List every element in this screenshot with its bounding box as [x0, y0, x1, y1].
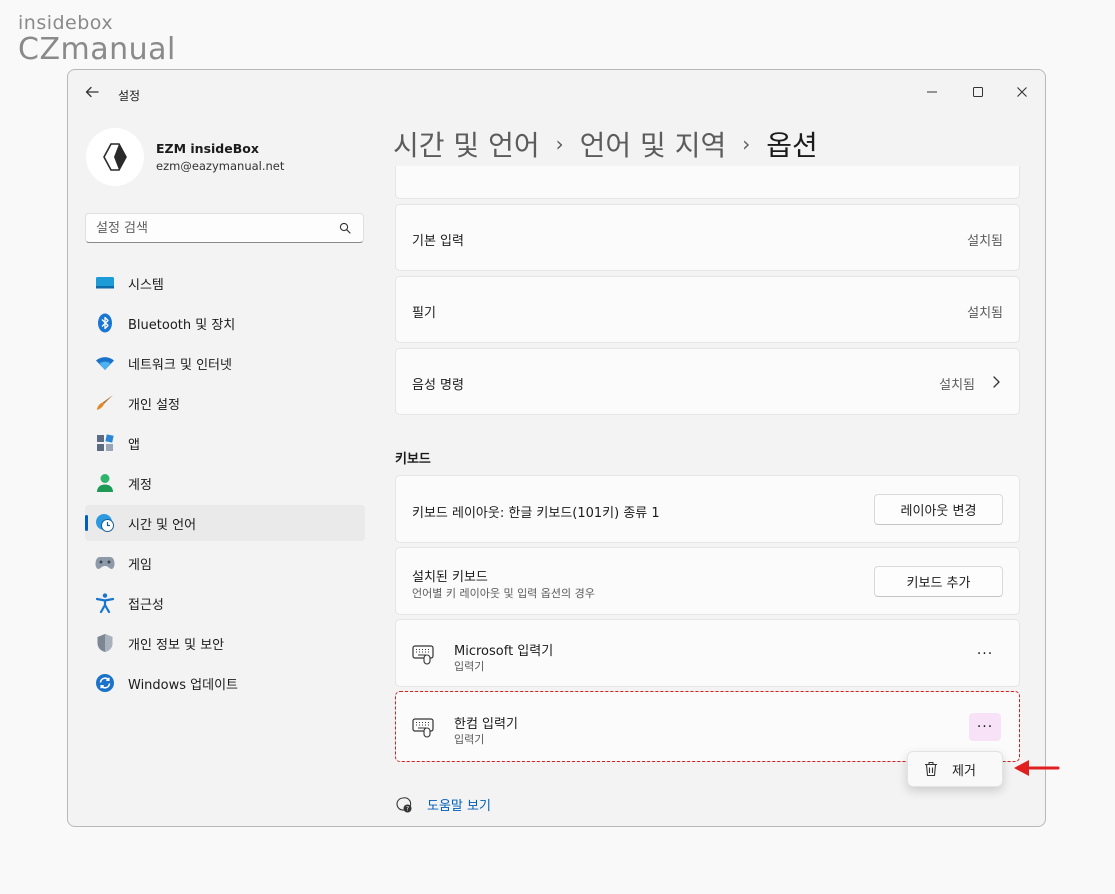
keyboard-icon	[412, 645, 434, 665]
bluetooth-icon	[95, 313, 115, 333]
voice-command-label: 음성 명령	[412, 378, 464, 393]
svg-text:?: ?	[406, 805, 409, 812]
close-icon	[1017, 87, 1027, 97]
system-icon	[95, 273, 115, 293]
keyboard-name: Microsoft 입력기	[454, 644, 554, 659]
app-title: 설정	[118, 89, 141, 103]
account-icon	[95, 473, 115, 493]
keyboard-layout-row: 키보드 레이아웃: 한글 키보드(101키) 종류 1 레이아웃 변경	[395, 475, 1020, 543]
clock-globe-icon	[95, 513, 115, 533]
sidebar-item-time-language[interactable]: 시간 및 언어	[85, 505, 365, 541]
handwriting-row[interactable]: 필기 설치됨	[395, 276, 1020, 343]
sidebar-item-apps[interactable]: 앱	[85, 425, 365, 461]
breadcrumb-separator: ›	[555, 132, 564, 156]
basic-input-status: 설치됨	[967, 234, 1003, 249]
handwriting-label: 필기	[412, 306, 436, 321]
brush-icon	[95, 393, 115, 413]
basic-input-row[interactable]: 기본 입력 설치됨	[395, 204, 1020, 271]
voice-command-row[interactable]: 음성 명령 설치됨	[395, 348, 1020, 415]
sidebar-nav: 시스템 Bluetooth 및 장치 네트워크 및 인터넷 개인 설정 앱 계정…	[85, 265, 365, 705]
keyboard-section-title: 키보드	[395, 452, 431, 467]
sidebar-item-label: Windows 업데이트	[128, 677, 239, 693]
search-input[interactable]	[96, 220, 337, 236]
sidebar-item-label: 시간 및 언어	[128, 517, 197, 533]
maximize-icon	[973, 87, 983, 97]
installed-keyboards-sub: 언어별 키 레이아웃 및 입력 옵션의 경우	[412, 587, 595, 600]
watermark-top-text: insidebox	[18, 12, 114, 34]
voice-command-status: 설치됨	[939, 378, 975, 393]
search-icon[interactable]	[337, 220, 353, 236]
apps-icon	[95, 433, 115, 453]
minimize-icon	[927, 91, 937, 93]
sidebar-item-label: 앱	[128, 437, 140, 453]
chevron-right-icon	[991, 374, 1001, 393]
sidebar-item-privacy[interactable]: 개인 정보 및 보안	[85, 625, 365, 661]
sidebar-item-system[interactable]: 시스템	[85, 265, 365, 301]
breadcrumb-time-language[interactable]: 시간 및 언어	[393, 124, 540, 164]
sidebar-item-label: 게임	[128, 557, 152, 573]
sidebar-item-accounts[interactable]: 계정	[85, 465, 365, 501]
breadcrumb-language-region[interactable]: 언어 및 지역	[580, 124, 727, 164]
settings-window: 설정 EZM insideBox ezm@eazymanual.net 설정 검…	[67, 69, 1046, 827]
help-icon: ?	[395, 796, 413, 814]
shield-icon	[95, 633, 115, 653]
sidebar-item-label: Bluetooth 및 장치	[128, 317, 236, 333]
sidebar-item-label: 접근성	[128, 597, 164, 613]
keyboard-item-microsoft: Microsoft 입력기 입력기 ···	[395, 619, 1020, 687]
sidebar-item-personalization[interactable]: 개인 설정	[85, 385, 365, 421]
back-button[interactable]	[82, 84, 102, 104]
red-arrow-annotation	[1014, 760, 1060, 776]
minimize-button[interactable]	[909, 76, 955, 108]
handwriting-status: 설치됨	[967, 306, 1003, 321]
accessibility-icon	[95, 593, 115, 613]
update-icon	[95, 673, 115, 693]
sidebar-item-accessibility[interactable]: 접근성	[85, 585, 365, 621]
title-bar: 설정	[68, 70, 1045, 116]
breadcrumb: 시간 및 언어 › 언어 및 지역 › 옵션	[393, 124, 818, 164]
sidebar-item-label: 시스템	[128, 277, 164, 293]
sidebar-item-windows-update[interactable]: Windows 업데이트	[85, 665, 365, 701]
installed-keyboards-label: 설치된 키보드	[412, 570, 488, 585]
arrow-left-icon	[85, 86, 99, 98]
breadcrumb-separator: ›	[742, 132, 751, 156]
more-options-button[interactable]: ···	[969, 640, 1001, 668]
change-layout-button[interactable]: 레이아웃 변경	[874, 494, 1003, 525]
settings-search[interactable]	[85, 213, 364, 243]
sidebar-item-label: 계정	[128, 477, 152, 493]
basic-input-label: 기본 입력	[412, 234, 464, 249]
user-profile[interactable]: EZM insideBox ezm@eazymanual.net	[86, 128, 284, 186]
help-label: 도움말 보기	[427, 799, 491, 814]
page-title: 옵션	[766, 129, 818, 162]
scrolled-card	[395, 166, 1020, 199]
context-menu: 제거	[907, 751, 1003, 787]
profile-email: ezm@eazymanual.net	[156, 159, 285, 173]
sidebar-item-network[interactable]: 네트워크 및 인터넷	[85, 345, 365, 381]
wifi-icon	[95, 353, 115, 373]
add-keyboard-button[interactable]: 키보드 추가	[874, 566, 1003, 597]
profile-name: EZM insideBox	[156, 141, 259, 156]
keyboard-layout-label: 키보드 레이아웃: 한글 키보드(101키) 종류 1	[412, 506, 660, 521]
help-link[interactable]: ? 도움말 보기	[395, 795, 491, 814]
close-button[interactable]	[999, 76, 1045, 108]
sidebar-item-label: 개인 설정	[128, 397, 180, 413]
remove-menu-item[interactable]: 제거	[952, 760, 976, 779]
trash-icon	[922, 760, 940, 778]
sidebar-item-label: 네트워크 및 인터넷	[128, 357, 232, 373]
watermark-bottom-text: CZmanual	[18, 32, 176, 67]
installed-keyboards-row: 설치된 키보드 언어별 키 레이아웃 및 입력 옵션의 경우 키보드 추가	[395, 547, 1020, 615]
keyboard-type: 입력기	[454, 660, 485, 673]
cube-logo-icon	[103, 143, 127, 171]
sidebar-item-bluetooth[interactable]: Bluetooth 및 장치	[85, 305, 365, 341]
watermark-logo: insidebox CZmanual	[18, 12, 176, 66]
avatar	[86, 128, 144, 186]
sidebar-item-label: 개인 정보 및 보안	[128, 637, 225, 653]
gamepad-icon	[95, 553, 115, 573]
sidebar-item-gaming[interactable]: 게임	[85, 545, 365, 581]
maximize-button[interactable]	[955, 76, 1001, 108]
